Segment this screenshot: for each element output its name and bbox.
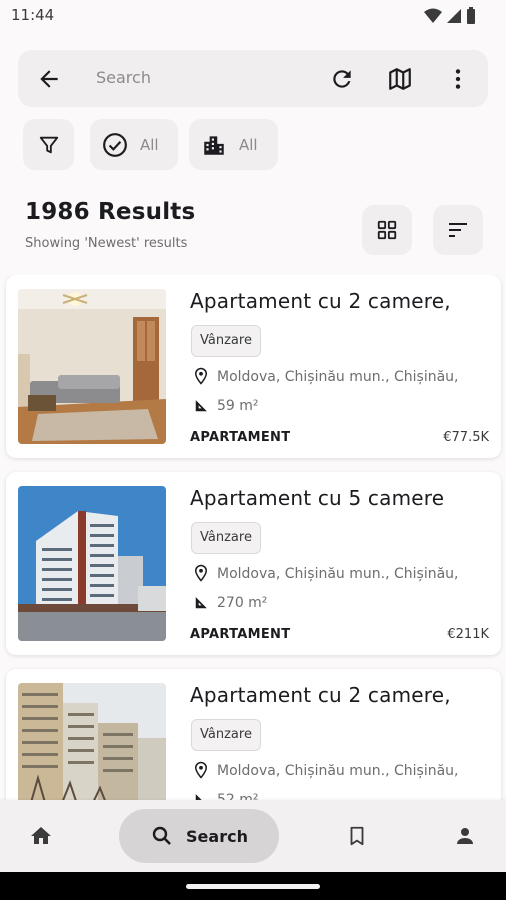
building-icon: [204, 135, 224, 155]
bottom-navigation: Search: [0, 800, 506, 872]
results-count: 1986 Results: [25, 199, 196, 225]
listing-list[interactable]: Apartament cu 2 camere, Vânzare Moldova,…: [0, 275, 506, 800]
search-input[interactable]: Search: [96, 68, 151, 87]
filter-chip[interactable]: [23, 119, 74, 170]
location-pin-icon: [194, 564, 208, 582]
more-vert-icon[interactable]: [445, 66, 471, 92]
wifi-icon: [424, 8, 442, 23]
location-pin-icon: [194, 761, 208, 779]
sort-button[interactable]: [433, 205, 483, 255]
gesture-handle[interactable]: [186, 884, 320, 889]
listing-title: Apartament cu 2 camere,: [190, 683, 451, 707]
status-filter-chip[interactable]: All: [90, 119, 178, 170]
listing-location: Moldova, Chișinău mun., Chișinău,: [217, 369, 459, 385]
listing-card[interactable]: Apartament cu 5 camere Vânzare Moldova, …: [6, 472, 501, 655]
listing-location: Moldova, Chișinău mun., Chișinău,: [217, 566, 459, 582]
listing-badge: Vânzare: [191, 325, 261, 357]
listing-price: €77.5K: [443, 430, 489, 445]
battery-icon: [467, 7, 475, 24]
listing-type: APARTAMENT: [190, 627, 291, 642]
bookmark-icon: [350, 826, 364, 846]
listing-badge: Vânzare: [191, 719, 261, 751]
person-icon: [457, 828, 473, 844]
listing-card[interactable]: Apartament cu 2 camere, Vânzare Moldova,…: [6, 669, 501, 800]
listing-title: Apartament cu 2 camere,: [190, 289, 451, 313]
area-icon: [195, 794, 202, 800]
sort-icon: [449, 223, 467, 237]
area-icon: [195, 400, 207, 412]
location-pin-icon: [194, 367, 208, 385]
grid-view-icon: [377, 220, 397, 240]
listing-photo[interactable]: [18, 683, 166, 800]
nav-profile[interactable]: [444, 800, 486, 872]
listing-area: 59 m²: [217, 398, 259, 414]
map-icon[interactable]: [387, 66, 413, 92]
back-arrow-icon[interactable]: [36, 66, 62, 92]
listing-location: Moldova, Chișinău mun., Chișinău,: [217, 763, 459, 779]
system-navigation-bar: [0, 872, 506, 900]
area-icon: [195, 597, 207, 609]
listing-badge: Vânzare: [191, 522, 261, 554]
listing-card[interactable]: Apartament cu 2 camere, Vânzare Moldova,…: [6, 275, 501, 458]
listing-area: 52 m²: [217, 792, 259, 800]
status-icons: [424, 7, 476, 24]
nav-home[interactable]: [20, 800, 62, 872]
filter-icon: [39, 136, 58, 153]
grid-view-button[interactable]: [362, 205, 412, 255]
listing-photo[interactable]: [18, 486, 166, 641]
nav-search-label: Search: [186, 826, 248, 846]
status-bar: 11:44: [0, 0, 506, 32]
home-icon: [31, 827, 51, 844]
listing-price: €211K: [447, 627, 489, 642]
refresh-icon[interactable]: [329, 66, 355, 92]
property-type-label: All: [239, 135, 258, 154]
search-icon: [152, 826, 171, 845]
check-circle-icon: [103, 132, 127, 157]
results-subtitle: Showing 'Newest' results: [25, 236, 188, 251]
search-bar[interactable]: Search: [18, 50, 488, 107]
listing-photo[interactable]: [18, 289, 166, 444]
listing-area: 270 m²: [217, 595, 268, 611]
property-type-chip[interactable]: All: [189, 119, 278, 170]
signal-icon: [447, 8, 461, 23]
status-filter-label: All: [140, 135, 159, 154]
status-time: 11:44: [11, 6, 55, 24]
listing-title: Apartament cu 5 camere: [190, 486, 445, 510]
nav-search[interactable]: Search: [119, 809, 279, 863]
nav-saved[interactable]: [336, 800, 378, 872]
app-screen: 11:44 Search All All 1986 Results Showin…: [0, 0, 506, 900]
listing-type: APARTAMENT: [190, 430, 291, 445]
